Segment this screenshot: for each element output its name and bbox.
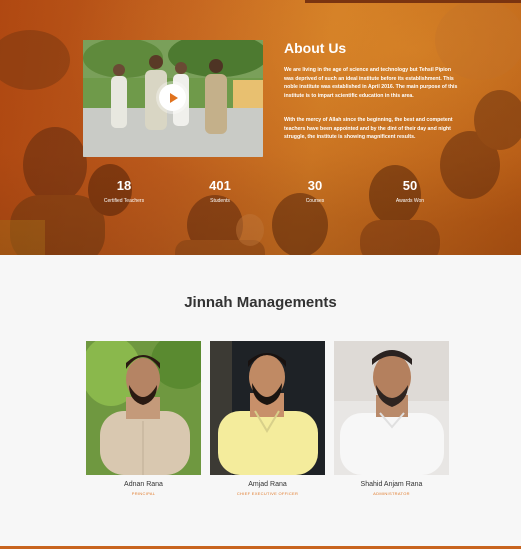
stat-label: Courses (305, 198, 325, 204)
member-role: ADMINISTRATOR (373, 491, 410, 496)
member-photo (86, 341, 201, 475)
video-play-button[interactable] (159, 84, 186, 111)
member-card-administrator[interactable]: Shahid Anjam Rana ADMINISTRATOR (334, 341, 449, 496)
stat-value: 50 (402, 178, 418, 193)
member-role: PRINCIPAL (131, 491, 156, 496)
about-section: About Us We are living in the age of sci… (0, 0, 521, 255)
top-strip (305, 0, 521, 3)
member-name: Adnan Rana (124, 481, 163, 488)
stat-value: 30 (307, 178, 323, 193)
about-paragraph-1: We are living in the age of science and … (284, 67, 458, 99)
stat-label: Certified Teachers (103, 198, 145, 204)
stat-certified-teachers: 18 Certified Teachers (84, 178, 164, 204)
about-paragraph-2: With the mercy of Allah since the beginn… (284, 117, 453, 141)
stat-label: Awards Won (395, 198, 425, 204)
member-photo (210, 341, 325, 475)
stat-label: Students (210, 198, 230, 204)
stat-courses: 30 Courses (275, 178, 355, 204)
stat-students: 401 Students (180, 178, 260, 204)
member-name: Amjad Rana (248, 481, 287, 488)
stat-awards-won: 50 Awards Won (370, 178, 450, 204)
play-icon (170, 92, 178, 103)
about-title: About Us (284, 40, 347, 56)
member-card-principal[interactable]: Adnan Rana PRINCIPAL (86, 341, 201, 496)
member-role: CHIEF EXECUTIVE OFFICER (236, 491, 299, 496)
management-title: Jinnah Managements (184, 294, 337, 311)
member-name: Shahid Anjam Rana (360, 481, 423, 488)
stat-value: 401 (209, 178, 231, 193)
stat-value: 18 (116, 178, 132, 193)
member-photo (334, 341, 449, 475)
member-card-ceo[interactable]: Amjad Rana CHIEF EXECUTIVE OFFICER (210, 341, 325, 496)
